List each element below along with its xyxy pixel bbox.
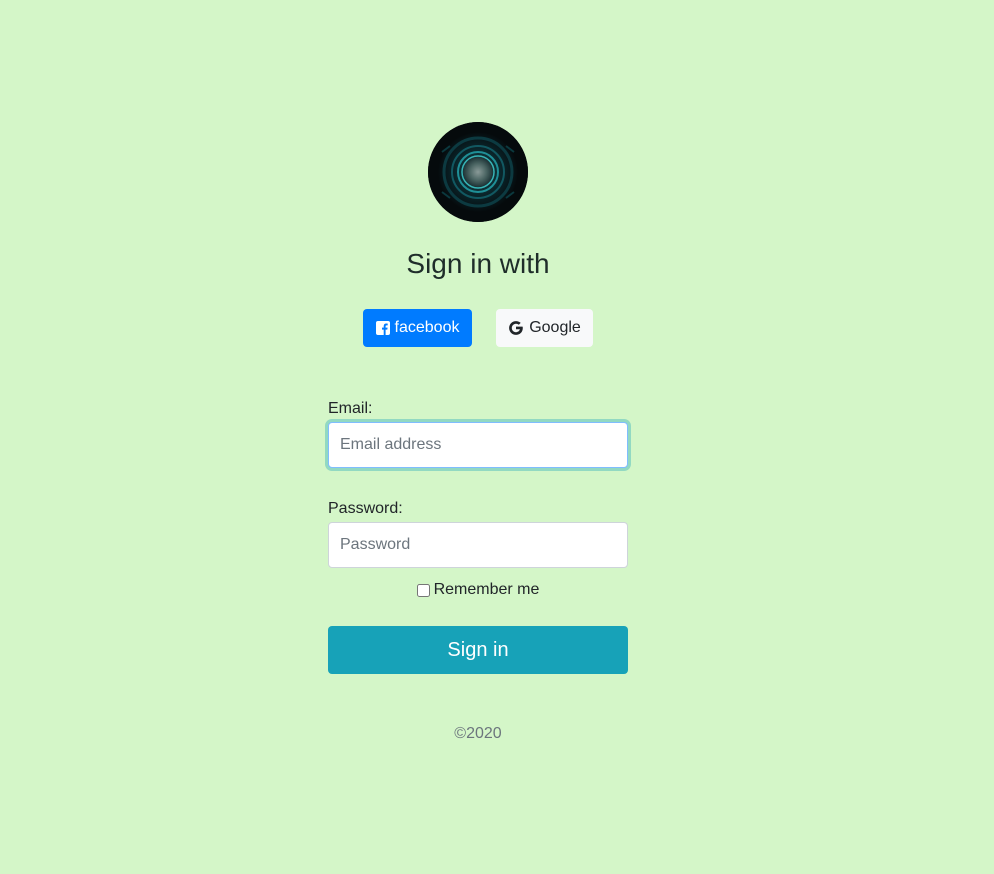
facebook-square-icon <box>375 321 390 335</box>
glowing-orb-logo-icon <box>428 122 528 222</box>
remember-me-checkbox[interactable] <box>416 583 430 597</box>
copyright-text: ©2020 <box>454 725 502 742</box>
google-button-label: Google <box>529 319 581 336</box>
password-label: Password: <box>328 500 403 517</box>
signin-button[interactable]: Sign in <box>328 626 628 674</box>
facebook-button-label: facebook <box>394 319 460 336</box>
email-field[interactable] <box>328 422 628 468</box>
password-field[interactable] <box>328 522 628 568</box>
google-signin-button[interactable]: Google <box>496 309 593 347</box>
remember-me-label[interactable]: Remember me <box>434 581 540 599</box>
google-g-icon <box>508 320 524 336</box>
email-label: Email: <box>328 400 373 417</box>
facebook-signin-button[interactable]: facebook <box>363 309 472 347</box>
remember-me-row: Remember me <box>0 581 956 599</box>
logo-avatar <box>428 122 528 222</box>
page-title: Sign in with <box>406 248 550 279</box>
